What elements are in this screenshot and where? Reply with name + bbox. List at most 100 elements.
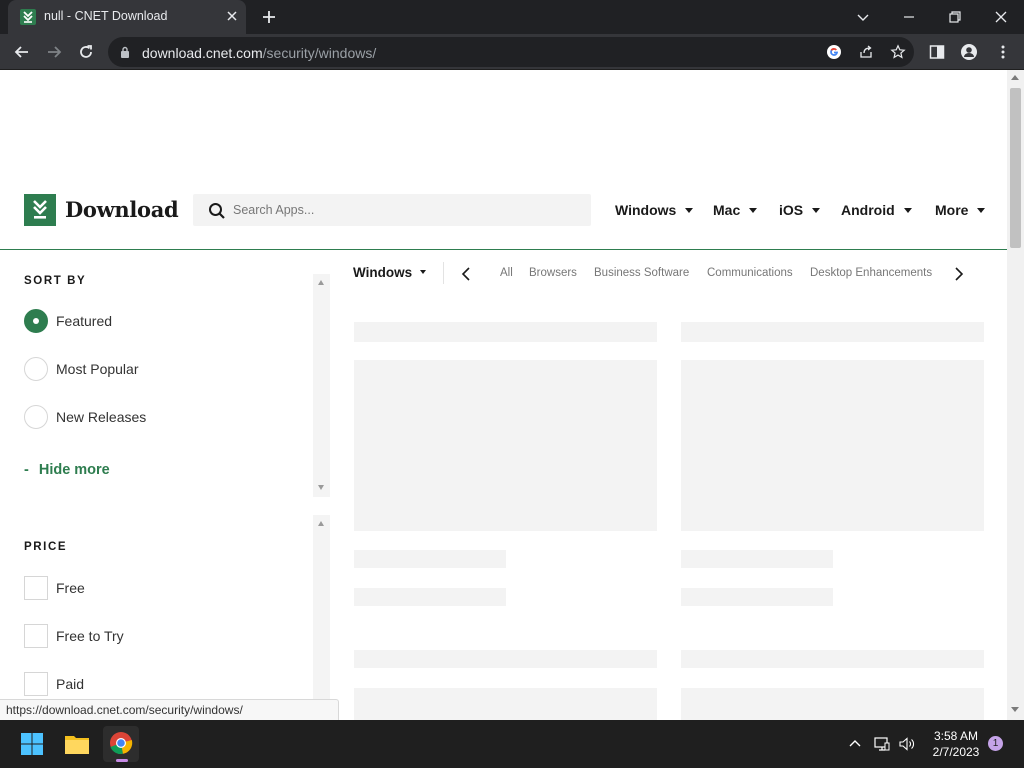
star-icon[interactable]	[890, 44, 906, 60]
hide-more-link[interactable]: - Hide more	[24, 462, 110, 478]
platform-label: Windows	[353, 265, 413, 280]
nav-android[interactable]: Android	[841, 202, 912, 218]
browser-toolbar: download.cnet.com/security/windows/	[0, 34, 1024, 70]
platform-dropdown[interactable]: Windows	[353, 265, 427, 280]
scroll-up-icon[interactable]	[318, 280, 324, 285]
hide-more-label: Hide more	[38, 462, 110, 478]
profile-icon[interactable]	[960, 43, 978, 61]
web-page: Download Windows Mac iOS Android More SO…	[0, 70, 1007, 720]
reload-icon[interactable]	[76, 42, 96, 62]
hide-more-dash: -	[24, 462, 29, 478]
skeleton-bar	[354, 322, 657, 342]
windows-start-icon[interactable]	[14, 726, 50, 762]
close-icon[interactable]	[224, 8, 240, 24]
url-host: download.cnet.com	[142, 45, 263, 61]
chrome-icon[interactable]	[103, 726, 139, 762]
nav-android-label: Android	[841, 202, 895, 218]
skeleton-bar	[681, 550, 833, 568]
category-bar: Windows All Browsers Business Software C…	[353, 262, 993, 286]
chevron-down-icon	[812, 207, 821, 213]
skeleton-bar	[681, 322, 984, 342]
scroll-down-icon[interactable]	[1011, 707, 1019, 712]
skeleton-image	[681, 688, 984, 720]
page-scrollbar[interactable]	[1007, 70, 1024, 720]
chevron-down-icon	[749, 207, 758, 213]
scroll-down-icon[interactable]	[318, 485, 324, 490]
close-icon[interactable]	[990, 6, 1012, 28]
skeleton-bar	[354, 550, 506, 568]
chevron-down-icon	[903, 207, 912, 213]
browser-titlebar: null - CNET Download	[0, 0, 1024, 34]
category-communications[interactable]: Communications	[707, 267, 793, 279]
notification-badge[interactable]: 1	[988, 736, 1003, 751]
tab-title: null - CNET Download	[44, 9, 168, 23]
skeleton-bar	[681, 588, 833, 606]
file-explorer-icon[interactable]	[59, 726, 95, 762]
search-box[interactable]	[193, 194, 591, 226]
skeleton-image	[681, 360, 984, 531]
download-logo-icon[interactable]	[24, 194, 56, 226]
logo-text[interactable]: Download	[65, 197, 179, 222]
checkbox[interactable]	[24, 624, 48, 648]
url-text[interactable]: download.cnet.com/security/windows/	[142, 45, 376, 61]
radio-button[interactable]	[24, 309, 48, 333]
price-option-label: Free to Try	[56, 628, 124, 644]
link-status-bubble: https://download.cnet.com/security/windo…	[0, 699, 339, 720]
url-path: /security/windows/	[262, 45, 377, 61]
radio-button[interactable]	[24, 405, 48, 429]
skeleton-bar	[354, 588, 506, 606]
price-option-label: Free	[56, 580, 85, 596]
chevron-left-icon[interactable]	[459, 266, 473, 282]
chevron-up-icon[interactable]	[846, 735, 864, 753]
minimize-icon[interactable]	[898, 6, 920, 28]
checkbox[interactable]	[24, 576, 48, 600]
share-icon[interactable]	[858, 44, 874, 60]
browser-tab[interactable]: null - CNET Download	[8, 0, 246, 34]
scrollbar-thumb[interactable]	[1010, 88, 1021, 248]
nav-mac[interactable]: Mac	[713, 202, 758, 218]
nav-mac-label: Mac	[713, 202, 741, 218]
lock-icon[interactable]	[120, 46, 130, 58]
restore-icon[interactable]	[944, 6, 966, 28]
chevron-down-icon	[685, 207, 694, 213]
plus-icon[interactable]	[260, 8, 278, 26]
skeleton-image	[354, 360, 657, 531]
price-title: PRICE	[24, 541, 68, 553]
price-option-label: Paid	[56, 676, 85, 692]
nav-ios[interactable]: iOS	[779, 202, 821, 218]
category-business-software[interactable]: Business Software	[594, 267, 689, 279]
sort-panel-scrollbar[interactable]	[313, 274, 330, 497]
skeleton-bar	[681, 650, 984, 668]
sort-title: SORT BY	[24, 275, 87, 287]
divider	[443, 262, 444, 284]
nav-more[interactable]: More	[935, 202, 986, 218]
skeleton-image	[354, 688, 657, 720]
network-icon[interactable]	[873, 735, 891, 753]
radio-button[interactable]	[24, 357, 48, 381]
category-browsers[interactable]: Browsers	[529, 267, 577, 279]
back-arrow-icon[interactable]	[12, 42, 32, 62]
windows-taskbar: 3:58 AM 2/7/2023 1	[0, 720, 1024, 768]
google-icon[interactable]	[826, 44, 842, 60]
nav-more-label: More	[935, 202, 969, 218]
checkbox[interactable]	[24, 672, 48, 696]
scroll-up-icon[interactable]	[1011, 75, 1019, 80]
sidepanel-icon[interactable]	[928, 43, 946, 61]
system-clock[interactable]: 3:58 AM 2/7/2023	[926, 728, 986, 760]
chevron-right-icon[interactable]	[952, 266, 966, 282]
nav-windows[interactable]: Windows	[615, 202, 694, 218]
search-input[interactable]	[233, 194, 583, 226]
volume-icon[interactable]	[898, 735, 916, 753]
sort-option-label: New Releases	[56, 409, 147, 425]
forward-arrow-icon[interactable]	[44, 42, 64, 62]
chevron-down-icon[interactable]	[852, 6, 874, 28]
address-bar[interactable]: download.cnet.com/security/windows/	[108, 37, 914, 67]
search-icon	[209, 203, 225, 219]
sort-option-label: Featured	[56, 313, 113, 329]
category-desktop-enhancements[interactable]: Desktop Enhancements	[810, 267, 932, 279]
sort-option-label: Most Popular	[56, 361, 139, 377]
price-panel-scrollbar[interactable]	[313, 515, 330, 720]
kebab-menu-icon[interactable]	[994, 43, 1012, 61]
category-all[interactable]: All	[500, 267, 513, 279]
scroll-up-icon[interactable]	[318, 521, 324, 526]
